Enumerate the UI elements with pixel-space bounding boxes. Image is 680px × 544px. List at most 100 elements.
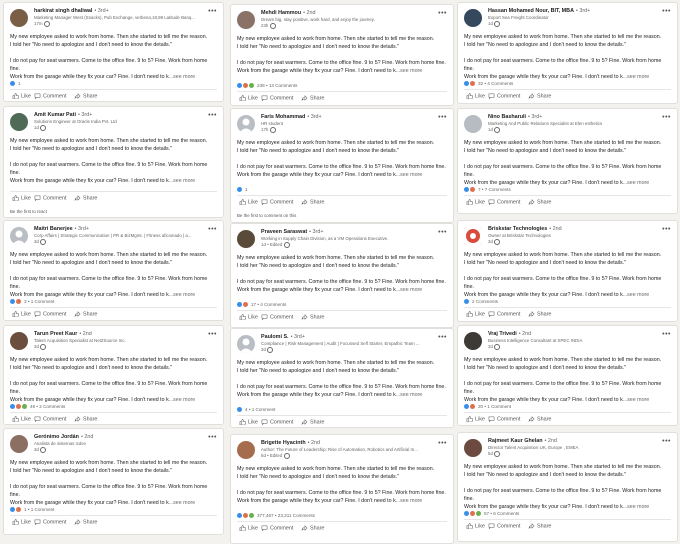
share-button[interactable]: Share (528, 199, 551, 205)
see-more-link[interactable]: ...see more (169, 178, 196, 184)
author-avatar[interactable] (237, 115, 255, 133)
share-button[interactable]: Share (301, 95, 324, 101)
comment-button[interactable]: Comment (261, 419, 293, 425)
reactions-summary[interactable]: 2 Comments (464, 299, 498, 305)
author-name[interactable]: Vraj Trivedi • 2nd (488, 331, 531, 337)
like-button[interactable]: Like (466, 416, 485, 422)
comment-button[interactable]: Comment (261, 525, 293, 531)
author-name[interactable]: Maitri Banerjee • 3rd+ (34, 226, 89, 232)
reactions-summary[interactable]: 17 • 4 Comments (237, 302, 286, 308)
author-name[interactable]: Praveen Saraswat • 3rd+ (261, 229, 323, 235)
author-name[interactable]: Nino Basharuli • 3rd+ (488, 114, 542, 120)
share-button[interactable]: Share (74, 519, 97, 525)
comment-button[interactable]: Comment (34, 195, 66, 201)
see-more-link[interactable]: ...see more (169, 292, 196, 298)
author-avatar[interactable] (237, 335, 255, 353)
share-button[interactable]: Share (74, 93, 97, 99)
author-name[interactable]: Rajmeet Kaur Ghelan • 2nd (488, 438, 557, 444)
see-more-link[interactable]: ...see more (396, 68, 423, 74)
author-name[interactable]: Paulomi S. • 3rd+ (261, 334, 305, 340)
share-button[interactable]: Share (301, 199, 324, 205)
like-button[interactable]: Like (12, 416, 31, 422)
reactions-summary[interactable]: 20 • 1 Comment (464, 404, 511, 410)
author-name[interactable]: Hassan Mohamed Nour, BIT, MBA • 3rd+ (488, 8, 590, 14)
author-avatar[interactable] (237, 441, 255, 459)
author-avatar[interactable] (237, 230, 255, 248)
like-button[interactable]: Like (239, 199, 258, 205)
like-button[interactable]: Like (12, 311, 31, 317)
author-avatar[interactable] (464, 332, 482, 350)
author-avatar[interactable] (10, 227, 28, 245)
share-button[interactable]: Share (74, 195, 97, 201)
author-name[interactable]: Gerónimo Jordán • 2nd (34, 434, 93, 440)
post-menu-button[interactable]: ••• (438, 440, 447, 447)
like-button[interactable]: Like (466, 199, 485, 205)
post-menu-button[interactable]: ••• (662, 114, 671, 121)
reactions-summary[interactable]: 238 • 13 Comments (237, 83, 297, 89)
author-name[interactable]: Amit Kumar Pati • 3rd+ (34, 112, 92, 118)
reactions-summary[interactable]: 1 (10, 81, 21, 87)
reactions-summary[interactable]: 4 • 1 Comment (237, 407, 275, 413)
post-menu-button[interactable]: ••• (208, 331, 217, 338)
see-more-link[interactable]: ...see more (623, 74, 650, 80)
like-button[interactable]: Like (466, 311, 485, 317)
see-more-link[interactable]: ...see more (623, 397, 650, 403)
post-menu-button[interactable]: ••• (208, 434, 217, 441)
like-button[interactable]: Like (12, 93, 31, 99)
author-avatar[interactable] (10, 113, 28, 131)
comment-button[interactable]: Comment (488, 93, 520, 99)
like-button[interactable]: Like (466, 93, 485, 99)
see-more-link[interactable]: ...see more (623, 180, 650, 186)
see-more-link[interactable]: ...see more (169, 397, 196, 403)
post-menu-button[interactable]: ••• (208, 112, 217, 119)
author-avatar[interactable] (464, 227, 482, 245)
see-more-link[interactable]: ...see more (396, 498, 423, 504)
share-button[interactable]: Share (528, 416, 551, 422)
author-avatar[interactable] (10, 9, 28, 27)
share-button[interactable]: Share (301, 419, 324, 425)
reactions-summary[interactable]: 7 • 7 Comments (464, 187, 511, 193)
share-button[interactable]: Share (301, 314, 324, 320)
post-menu-button[interactable]: ••• (662, 331, 671, 338)
post-menu-button[interactable]: ••• (438, 229, 447, 236)
comment-button[interactable]: Comment (488, 523, 520, 529)
author-avatar[interactable] (10, 435, 28, 453)
share-button[interactable]: Share (74, 311, 97, 317)
author-name[interactable]: Faris Mohammad • 3rd+ (261, 114, 322, 120)
post-menu-button[interactable]: ••• (438, 114, 447, 121)
like-button[interactable]: Like (12, 195, 31, 201)
comment-button[interactable]: Comment (488, 199, 520, 205)
see-more-link[interactable]: ...see more (396, 392, 423, 398)
comment-button[interactable]: Comment (261, 314, 293, 320)
reactions-summary[interactable]: 1 (237, 187, 248, 193)
comment-button[interactable]: Comment (34, 93, 66, 99)
comment-button[interactable]: Comment (34, 416, 66, 422)
post-menu-button[interactable]: ••• (662, 8, 671, 15)
author-avatar[interactable] (10, 332, 28, 350)
share-button[interactable]: Share (528, 523, 551, 529)
see-more-link[interactable]: ...see more (169, 74, 196, 80)
see-more-link[interactable]: ...see more (169, 500, 196, 506)
author-name[interactable]: Briskstar Technologies • 2nd (488, 226, 562, 232)
share-button[interactable]: Share (301, 525, 324, 531)
like-button[interactable]: Like (239, 525, 258, 531)
comment-button[interactable]: Comment (34, 311, 66, 317)
reactions-summary[interactable]: 3 • 1 Comment (10, 299, 54, 305)
post-menu-button[interactable]: ••• (662, 226, 671, 233)
author-name[interactable]: Brigette Hyacinth • 2nd (261, 440, 320, 446)
author-avatar[interactable] (464, 9, 482, 27)
author-avatar[interactable] (464, 115, 482, 133)
comment-button[interactable]: Comment (34, 519, 66, 525)
comment-button[interactable]: Comment (261, 95, 293, 101)
share-button[interactable]: Share (528, 311, 551, 317)
author-avatar[interactable] (237, 11, 255, 29)
share-button[interactable]: Share (74, 416, 97, 422)
post-menu-button[interactable]: ••• (208, 8, 217, 15)
reactions-summary[interactable]: 32 • 4 Comments (464, 81, 513, 87)
reactions-summary[interactable]: 57 • 6 Comments (464, 511, 519, 517)
reactions-summary[interactable]: 377,467 • 23,311 Comments (237, 513, 315, 519)
see-more-link[interactable]: ...see more (623, 504, 650, 510)
see-more-link[interactable]: ...see more (396, 287, 423, 293)
author-name[interactable]: harkirat singh dhaliwal • 3rd+ (34, 8, 109, 14)
comment-button[interactable]: Comment (488, 311, 520, 317)
